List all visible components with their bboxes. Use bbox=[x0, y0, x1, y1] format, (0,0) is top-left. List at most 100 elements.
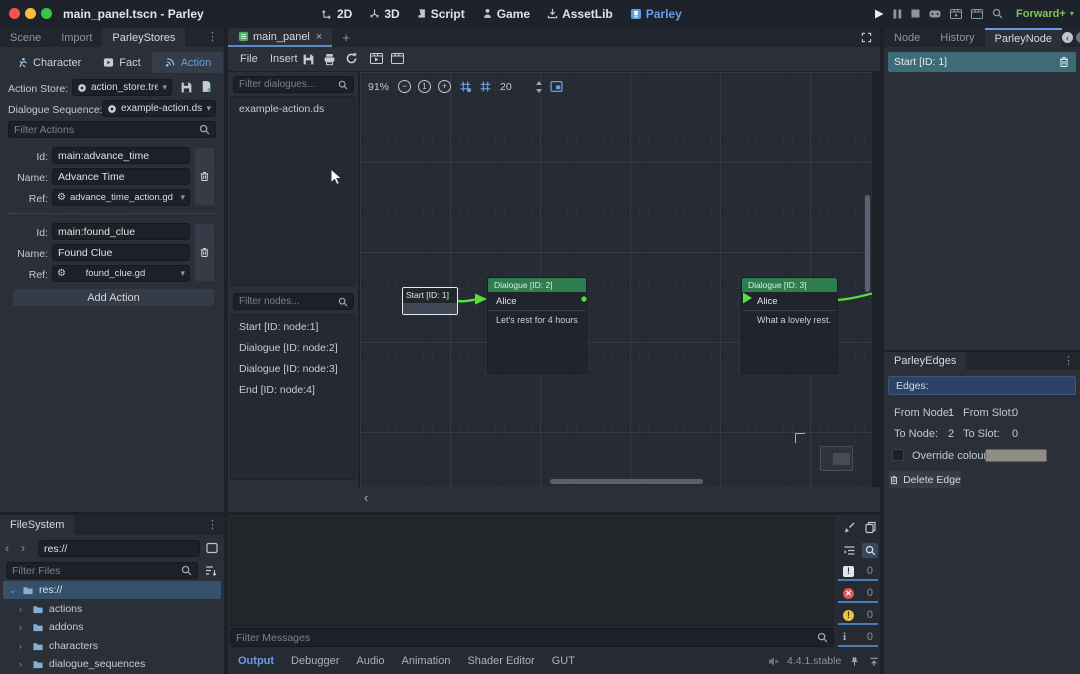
play-button[interactable] bbox=[874, 9, 884, 19]
filesystem-menu-icon[interactable]: ⋮ bbox=[201, 515, 224, 535]
current-path-field[interactable]: res:// bbox=[38, 540, 200, 557]
list-item[interactable]: Dialogue [ID: node:2] bbox=[231, 336, 355, 357]
action1-name-input[interactable] bbox=[52, 168, 190, 185]
tab-scene[interactable]: Scene bbox=[0, 28, 51, 47]
tab-filesystem[interactable]: FileSystem bbox=[0, 515, 74, 535]
filter-dialogues-input[interactable] bbox=[233, 76, 354, 93]
delete-edge-button[interactable]: Delete Edge bbox=[888, 470, 962, 489]
info-count-toggle[interactable]: i 0 bbox=[838, 629, 878, 647]
left-dock-menu-icon[interactable]: ⋮ bbox=[201, 28, 224, 47]
action1-id-input[interactable] bbox=[52, 147, 190, 164]
parleyedges-menu-icon[interactable]: ⋮ bbox=[1057, 352, 1080, 370]
tab-parleystores[interactable]: ParleyStores bbox=[102, 28, 185, 47]
graph-node-start[interactable]: Start [ID: 1] bbox=[402, 287, 458, 315]
list-item[interactable]: example-action.ds bbox=[231, 97, 355, 121]
pin-bottom-panel-icon[interactable] bbox=[849, 656, 860, 667]
file-menu[interactable]: File bbox=[240, 53, 258, 65]
filter-nodes-input[interactable] bbox=[233, 293, 354, 310]
log-count-toggle[interactable]: ! 0 bbox=[838, 563, 878, 581]
tree-item-root[interactable]: ⌄ res:// bbox=[3, 581, 221, 599]
new-store-button[interactable] bbox=[200, 80, 213, 93]
menu-2d[interactable]: 2D bbox=[322, 7, 352, 21]
menu-script[interactable]: Script bbox=[417, 7, 465, 21]
reset-button[interactable] bbox=[345, 52, 358, 65]
action-store-select[interactable]: action_store.tre ▾ bbox=[72, 79, 172, 96]
tab-debugger[interactable]: Debugger bbox=[291, 655, 339, 667]
override-colour-checkbox[interactable] bbox=[892, 449, 904, 461]
menu-assetlib[interactable]: AssetLib bbox=[547, 7, 613, 21]
close-icon[interactable]: × bbox=[316, 31, 322, 43]
insert-menu[interactable]: Insert bbox=[270, 53, 298, 65]
collapse-icon[interactable]: ⌄ bbox=[9, 585, 17, 596]
movie-maker-button[interactable] bbox=[950, 9, 962, 19]
tree-item-addons[interactable]: › addons bbox=[3, 618, 221, 636]
horizontal-scrollbar[interactable] bbox=[550, 479, 703, 484]
tab-main-panel[interactable]: main_panel × bbox=[228, 28, 332, 47]
action2-name-input[interactable] bbox=[52, 244, 190, 261]
add-action-button[interactable]: Add Action bbox=[12, 288, 215, 307]
tree-item-actions[interactable]: › actions bbox=[3, 600, 221, 618]
tab-output[interactable]: Output bbox=[238, 655, 274, 667]
tab-parleynode[interactable]: ParleyNode bbox=[985, 28, 1062, 47]
minimap[interactable] bbox=[820, 446, 853, 471]
graph-node-dialogue2[interactable]: Dialogue [ID: 2] Alice Let's rest for 4 … bbox=[487, 277, 587, 374]
distraction-free-icon[interactable] bbox=[853, 28, 880, 47]
tab-fact[interactable]: Fact bbox=[92, 52, 151, 73]
expand-icon[interactable]: › bbox=[19, 604, 27, 614]
clear-output-icon[interactable] bbox=[843, 521, 856, 534]
tab-animation[interactable]: Animation bbox=[402, 655, 451, 667]
zoom-in-button[interactable]: + bbox=[438, 80, 451, 93]
expand-icon[interactable]: › bbox=[19, 641, 27, 651]
action2-id-input[interactable] bbox=[52, 223, 190, 240]
tab-gut[interactable]: GUT bbox=[552, 655, 575, 667]
spinner-up-icon[interactable] bbox=[536, 81, 542, 85]
zoom-out-button[interactable]: − bbox=[398, 80, 411, 93]
tree-item-dialogue-sequences[interactable]: › dialogue_sequences bbox=[3, 655, 221, 673]
save-dialogue-button[interactable] bbox=[302, 53, 315, 66]
filter-files-input[interactable] bbox=[6, 562, 198, 579]
output-log-area[interactable] bbox=[230, 517, 834, 626]
history-back-button[interactable]: ‹ bbox=[5, 541, 9, 555]
graph-canvas[interactable]: 91% − 1 + 20 Start [ID: 1] Dialogue [ID:… bbox=[360, 72, 872, 487]
tab-shader-editor[interactable]: Shader Editor bbox=[467, 655, 534, 667]
collapse-messages-icon[interactable] bbox=[843, 544, 856, 557]
renderer-select[interactable]: Forward+ ▾ bbox=[1016, 8, 1074, 20]
warning-count-toggle[interactable]: ! 0 bbox=[838, 607, 878, 625]
tab-action[interactable]: Action bbox=[152, 52, 224, 73]
new-tab-button[interactable]: + bbox=[332, 28, 360, 47]
colour-swatch[interactable] bbox=[985, 449, 1047, 462]
menu-parley[interactable]: Parley bbox=[630, 7, 682, 21]
movie-writer-button[interactable] bbox=[971, 9, 983, 19]
action2-delete-button[interactable] bbox=[194, 223, 215, 282]
expand-bottom-panel-icon[interactable] bbox=[868, 656, 880, 667]
snap-distance-value[interactable]: 20 bbox=[500, 81, 512, 93]
tab-history[interactable]: History bbox=[930, 28, 984, 47]
trash-icon[interactable] bbox=[1058, 56, 1070, 68]
spinner-down-icon[interactable] bbox=[536, 89, 542, 93]
traffic-light-close-icon[interactable] bbox=[9, 8, 20, 19]
dock-prev-icon[interactable]: ‹ bbox=[1062, 32, 1073, 43]
selected-node-header[interactable]: Start [ID: 1] bbox=[888, 52, 1076, 72]
tab-node[interactable]: Node bbox=[884, 28, 930, 47]
test-dialogue-button[interactable] bbox=[370, 53, 383, 64]
action1-delete-button[interactable] bbox=[194, 147, 215, 206]
profiler-search-icon[interactable] bbox=[992, 8, 1003, 19]
filter-messages-input[interactable] bbox=[230, 628, 834, 647]
grid-toggle-icon[interactable] bbox=[459, 80, 472, 93]
traffic-light-zoom-icon[interactable] bbox=[41, 8, 52, 19]
expand-icon[interactable]: › bbox=[19, 622, 27, 632]
save-store-button[interactable] bbox=[180, 81, 193, 94]
history-forward-button[interactable]: › bbox=[21, 541, 25, 555]
tree-item-characters[interactable]: › characters bbox=[3, 637, 221, 655]
filter-actions-input[interactable] bbox=[8, 121, 216, 138]
tab-parleyedges[interactable]: ParleyEdges bbox=[884, 352, 966, 370]
tab-audio[interactable]: Audio bbox=[356, 655, 384, 667]
print-button[interactable] bbox=[323, 53, 336, 66]
remote-debug-button[interactable] bbox=[929, 9, 941, 19]
test-from-node-button[interactable] bbox=[391, 53, 404, 64]
dock-next-icon[interactable]: › bbox=[1076, 32, 1080, 43]
list-item[interactable]: End [ID: node:4] bbox=[231, 378, 355, 399]
graph-node-dialogue3[interactable]: Dialogue [ID: 3] Alice What a lovely res… bbox=[741, 277, 838, 374]
expand-icon[interactable]: › bbox=[19, 659, 27, 669]
action1-ref-select[interactable]: ⚙ advance_time_action.gd ▾ bbox=[52, 189, 190, 206]
